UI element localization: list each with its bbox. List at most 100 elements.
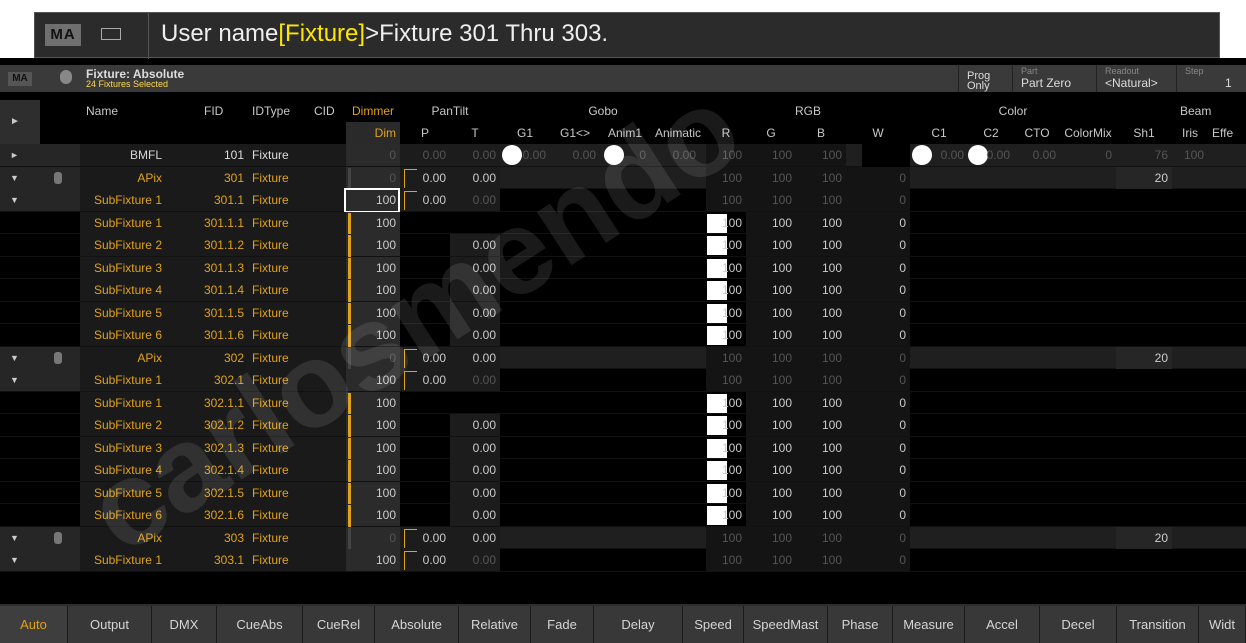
- fixture-cid[interactable]: [296, 279, 346, 301]
- tilt-value[interactable]: 0.00: [450, 279, 500, 301]
- gobo-value[interactable]: 0.00: [650, 144, 700, 166]
- fixture-name[interactable]: APix: [80, 166, 166, 189]
- tilt-value[interactable]: 0.00: [450, 549, 500, 571]
- red-value[interactable]: 100: [706, 166, 746, 189]
- green-value[interactable]: 100: [746, 301, 796, 324]
- fixture-cid[interactable]: [296, 234, 346, 256]
- tilt-value[interactable]: 0.00: [450, 189, 500, 211]
- blue-value[interactable]: 100: [796, 504, 846, 526]
- column-header-p[interactable]: P: [400, 122, 450, 144]
- tab-cuerel[interactable]: CueRel: [303, 606, 375, 643]
- white-value[interactable]: 0: [846, 549, 910, 571]
- red-value[interactable]: 100: [706, 392, 746, 414]
- red-value[interactable]: 100: [706, 302, 746, 324]
- column-header-sh1[interactable]: Sh1: [1116, 122, 1172, 144]
- green-value[interactable]: 100: [746, 459, 796, 481]
- fixture-idtype[interactable]: Fixture: [248, 391, 296, 414]
- fixture-sheet[interactable]: Name FID IDType CID Dimmer Dim PanTilt P T Gobo G1…: [0, 100, 1246, 602]
- fixture-id[interactable]: 301.1.1: [166, 211, 248, 234]
- red-value[interactable]: 100: [706, 414, 746, 436]
- red-value[interactable]: 100: [706, 437, 746, 459]
- row-arrow-icon[interactable]: ▼: [0, 346, 80, 369]
- tilt-value[interactable]: 0.00: [450, 301, 500, 324]
- green-value[interactable]: 100: [746, 211, 796, 234]
- tilt-value[interactable]: 0.00: [450, 166, 500, 189]
- green-value[interactable]: 100: [746, 166, 796, 189]
- keyboard-icon[interactable]: [101, 28, 121, 40]
- tab-absolute[interactable]: Absolute: [375, 606, 459, 643]
- dimmer-value[interactable]: 100: [346, 436, 400, 459]
- readout-selector[interactable]: Readout <Natural>: [1096, 65, 1176, 92]
- window-ma-logo[interactable]: MA: [8, 72, 32, 86]
- fixture-cid[interactable]: [296, 459, 346, 481]
- white-value[interactable]: 0: [846, 481, 910, 504]
- column-header-b[interactable]: B: [796, 122, 846, 144]
- fixture-id[interactable]: 301.1.5: [166, 301, 248, 324]
- green-value[interactable]: 100: [746, 256, 796, 279]
- fixture-idtype[interactable]: Fixture: [248, 189, 296, 211]
- blue-value[interactable]: 100: [796, 459, 846, 481]
- shutter-value[interactable]: 20: [1116, 166, 1172, 189]
- column-header-dimmer[interactable]: Dimmer: [348, 100, 400, 122]
- color-value[interactable]: 0.00: [1014, 144, 1060, 166]
- green-value[interactable]: 100: [746, 279, 796, 301]
- fixture-name[interactable]: SubFixture 2: [80, 414, 166, 436]
- command-text[interactable]: User name[Fixture]>Fixture 301 Thru 303.: [161, 20, 608, 48]
- fixture-id[interactable]: 302.1.3: [166, 436, 248, 459]
- fixture-cid[interactable]: [296, 301, 346, 324]
- fixture-idtype[interactable]: Fixture: [248, 256, 296, 279]
- green-value[interactable]: 100: [746, 481, 796, 504]
- red-value[interactable]: 100: [706, 346, 746, 369]
- blue-value[interactable]: 100: [796, 436, 846, 459]
- red-value[interactable]: 100: [706, 324, 746, 346]
- tilt-value[interactable]: 0.00: [450, 526, 500, 549]
- fixture-idtype[interactable]: Fixture: [248, 301, 296, 324]
- white-value[interactable]: 0: [846, 436, 910, 459]
- dimmer-value[interactable]: 100: [346, 369, 400, 391]
- fixture-idtype[interactable]: Fixture: [248, 459, 296, 481]
- column-header-g[interactable]: G: [746, 122, 796, 144]
- tilt-value[interactable]: 0.00: [450, 481, 500, 504]
- dimmer-value[interactable]: 100: [346, 211, 400, 234]
- fixture-id[interactable]: 302.1.2: [166, 414, 248, 436]
- white-value[interactable]: 0: [846, 369, 910, 391]
- dimmer-value[interactable]: 0: [346, 526, 400, 549]
- tab-dmx[interactable]: DMX: [152, 606, 217, 643]
- fixture-name[interactable]: BMFL: [80, 144, 166, 166]
- fixture-idtype[interactable]: Fixture: [248, 324, 296, 346]
- white-value[interactable]: 0: [846, 504, 910, 526]
- tilt-value[interactable]: 0.00: [450, 144, 500, 166]
- expand-all-arrow-icon[interactable]: ►: [0, 100, 40, 144]
- ma-logo[interactable]: MA: [45, 24, 81, 46]
- fixture-name[interactable]: SubFixture 3: [80, 256, 166, 279]
- fixture-idtype[interactable]: Fixture: [248, 211, 296, 234]
- row-arrow-icon[interactable]: ▼: [0, 189, 80, 211]
- fixture-cid[interactable]: [296, 391, 346, 414]
- blue-value[interactable]: 100: [796, 301, 846, 324]
- fixture-id[interactable]: 301: [166, 166, 248, 189]
- white-value[interactable]: 0: [846, 234, 910, 256]
- fixture-cid[interactable]: [296, 414, 346, 436]
- column-header-effect[interactable]: Effe: [1208, 122, 1246, 144]
- column-header-pantilt[interactable]: PanTilt: [400, 100, 500, 122]
- fixture-name[interactable]: SubFixture 5: [80, 301, 166, 324]
- blue-value[interactable]: 100: [796, 166, 846, 189]
- tilt-value[interactable]: 0.00: [450, 414, 500, 436]
- white-value[interactable]: 0: [846, 324, 910, 346]
- fixture-idtype[interactable]: Fixture: [248, 414, 296, 436]
- blue-value[interactable]: 100: [796, 324, 846, 346]
- tilt-value[interactable]: 0.00: [450, 459, 500, 481]
- fixture-idtype[interactable]: Fixture: [248, 369, 296, 391]
- fixture-cid[interactable]: [296, 481, 346, 504]
- fixture-cid[interactable]: [296, 256, 346, 279]
- fixture-name[interactable]: SubFixture 4: [80, 279, 166, 301]
- column-header-iris[interactable]: Iris: [1172, 122, 1208, 144]
- tab-decel[interactable]: Decel: [1040, 606, 1117, 643]
- lightbulb-icon[interactable]: [60, 70, 72, 84]
- column-header-cto[interactable]: CTO: [1014, 122, 1060, 144]
- white-value[interactable]: 0: [846, 301, 910, 324]
- column-header-r[interactable]: R: [706, 122, 746, 144]
- fixture-idtype[interactable]: Fixture: [248, 279, 296, 301]
- fixture-name[interactable]: SubFixture 2: [80, 234, 166, 256]
- fixture-id[interactable]: 301.1: [166, 189, 248, 211]
